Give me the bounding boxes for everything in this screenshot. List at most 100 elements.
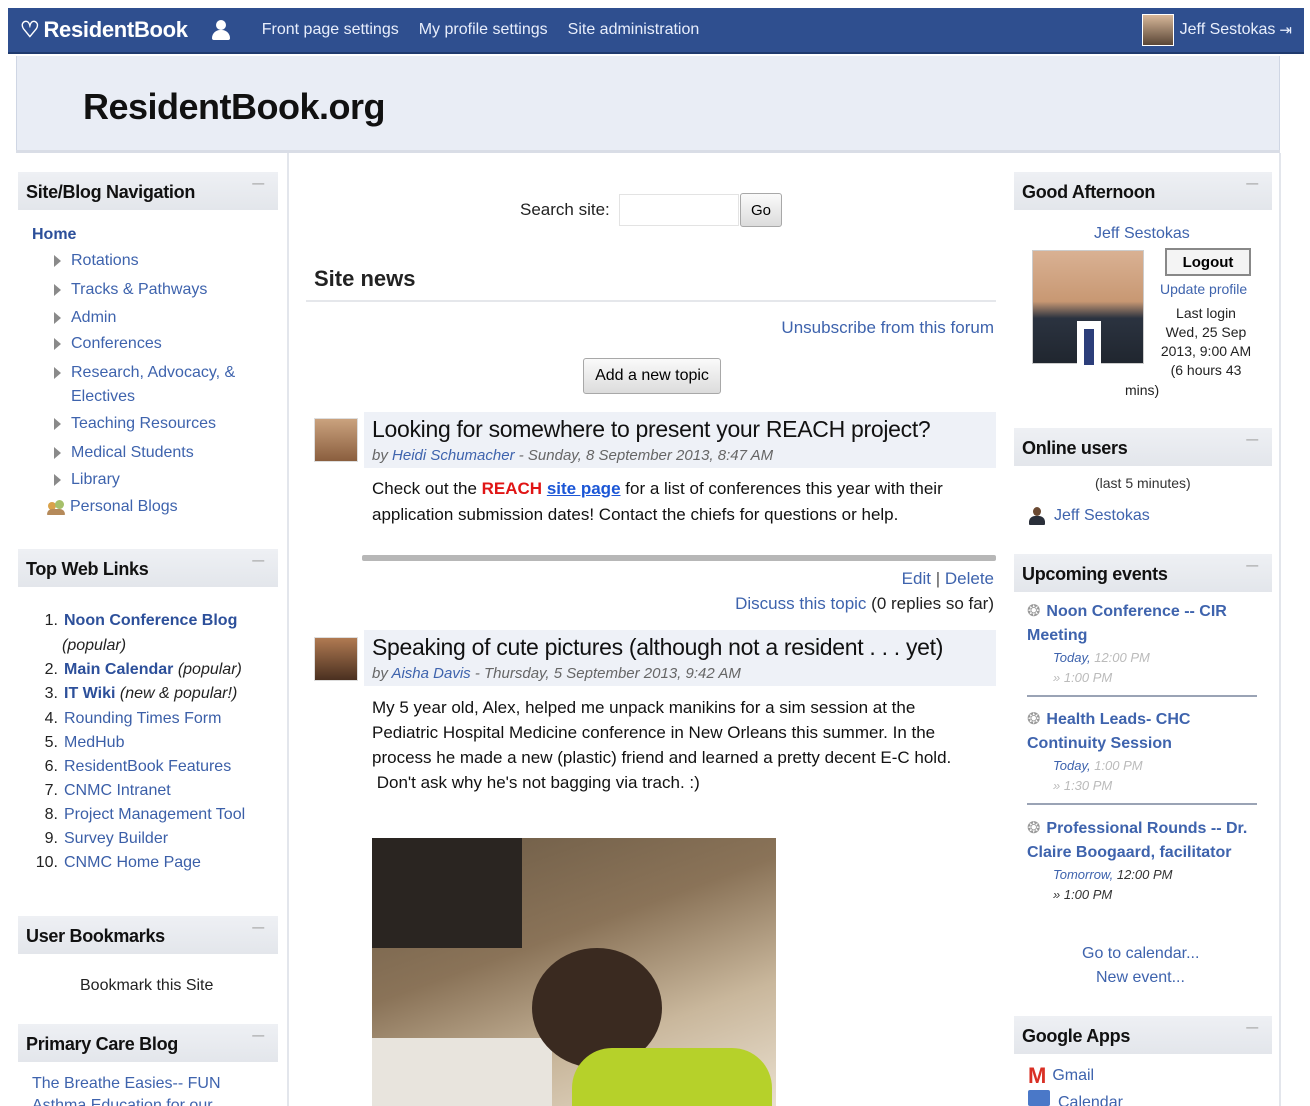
post-header: Speaking of cute pictures (although not … <box>364 630 996 686</box>
list-item: 1. Noon Conference Blog <box>44 612 238 629</box>
collapse-icon[interactable]: — <box>1246 558 1258 572</box>
expand-arrow-icon[interactable] <box>54 284 61 296</box>
author-avatar[interactable] <box>314 637 358 681</box>
list-item: 10. CNMC Home Page <box>35 854 201 871</box>
expand-arrow-icon[interactable] <box>54 312 61 324</box>
block-header-primary-care-blog: Primary Care Blog — <box>18 1024 278 1062</box>
update-profile-link[interactable]: Update profile <box>1160 281 1247 297</box>
nav-user-name[interactable]: Jeff Sestokas <box>1180 21 1276 39</box>
list-item: 6. ResidentBook Features <box>44 758 232 775</box>
link-survey-builder[interactable]: Survey Builder <box>64 830 168 847</box>
list-item: 8. Project Management Tool <box>44 806 246 823</box>
nav-item-conferences[interactable]: Conferences <box>54 335 162 353</box>
nav-item-tracks[interactable]: Tracks & Pathways <box>54 281 207 299</box>
nav-item-rotations[interactable]: Rotations <box>54 252 139 270</box>
collapse-icon[interactable]: — <box>252 553 264 567</box>
block-title: Google Apps <box>1022 1026 1131 1046</box>
nav-item-medical-students[interactable]: Medical Students <box>54 444 194 462</box>
edit-link[interactable]: Edit <box>902 569 931 588</box>
block-header-top-web-links: Top Web Links — <box>18 549 278 587</box>
post-header: Looking for somewhere to present your RE… <box>364 412 996 468</box>
nav-site-administration[interactable]: Site administration <box>568 21 700 39</box>
expand-arrow-icon[interactable] <box>54 418 61 430</box>
new-event-link[interactable]: New event... <box>1096 969 1185 987</box>
block-title: Good Afternoon <box>1022 182 1156 202</box>
block-title: User Bookmarks <box>26 926 165 946</box>
block-header-greeting: Good Afternoon — <box>1014 172 1272 210</box>
event-title-link[interactable]: ❂ Noon Conference -- CIR Meeting <box>1027 600 1257 648</box>
link-project-management[interactable]: Project Management Tool <box>64 806 245 823</box>
link-cnmc-intranet[interactable]: CNMC Intranet <box>64 782 171 799</box>
event-title-link[interactable]: ❂ Professional Rounds -- Dr. Claire Booga… <box>1027 817 1257 865</box>
heart-logo-icon: ♡ <box>20 17 40 42</box>
expand-arrow-icon[interactable] <box>54 474 61 486</box>
collapse-icon[interactable]: — <box>1246 1020 1258 1034</box>
logout-button[interactable]: Logout <box>1165 248 1251 276</box>
nav-item-admin[interactable]: Admin <box>54 309 116 327</box>
nav-item-research-cont[interactable]: Electives <box>71 388 135 406</box>
nav-home-link[interactable]: Home <box>32 226 76 244</box>
profile-name-link[interactable]: Jeff Sestokas <box>1094 225 1190 243</box>
expand-arrow-icon[interactable] <box>54 338 61 350</box>
user-avatar[interactable] <box>1141 14 1174 46</box>
search-input[interactable] <box>619 194 739 226</box>
block-title: Primary Care Blog <box>26 1034 178 1054</box>
bookmark-site-link[interactable]: Bookmark this Site <box>80 977 213 995</box>
online-user-item[interactable]: Jeff Sestokas <box>1028 507 1150 525</box>
list-item: 7. CNMC Intranet <box>44 782 171 799</box>
collapse-icon[interactable]: — <box>1246 176 1258 190</box>
gmail-link[interactable]: M Gmail <box>1028 1063 1094 1089</box>
expand-arrow-icon[interactable] <box>54 255 61 267</box>
expand-arrow-icon[interactable] <box>54 447 61 459</box>
profile-photo[interactable] <box>1032 250 1144 365</box>
logout-icon[interactable]: ⇥ <box>1279 21 1292 39</box>
reach-highlight: REACH <box>481 479 543 498</box>
collapse-icon[interactable]: — <box>252 176 264 190</box>
author-avatar[interactable] <box>314 418 358 462</box>
link-residentbook-features[interactable]: ResidentBook Features <box>64 758 231 775</box>
discuss-row: Discuss this topic (0 replies so far) <box>735 594 994 613</box>
site-page-link[interactable]: site page <box>547 479 621 498</box>
author-link[interactable]: Heidi Schumacher <box>392 447 515 464</box>
link-noon-conference-blog[interactable]: Noon Conference Blog <box>64 612 237 629</box>
last-login-info: Last login Wed, 25 Sep 2013, 9:00 AM (6 … <box>1160 305 1252 378</box>
primary-care-post-link[interactable]: The Breathe Easies-- FUN Asthma Educatio… <box>32 1073 221 1106</box>
site-title: ResidentBook.org <box>83 86 386 127</box>
user-icon[interactable] <box>210 19 232 41</box>
brand-logo[interactable]: ♡ ResidentBook <box>20 17 188 43</box>
link-medhub[interactable]: MedHub <box>64 734 124 751</box>
unsubscribe-link[interactable]: Unsubscribe from this forum <box>781 318 994 338</box>
link-it-wiki[interactable]: IT Wiki <box>64 685 115 702</box>
search-label: Search site: <box>520 200 610 219</box>
author-link[interactable]: Aisha Davis <box>391 665 470 682</box>
nav-item-research[interactable]: Research, Advocacy, & <box>54 364 235 382</box>
last-login-mins: mins) <box>1125 382 1160 398</box>
block-header-user-bookmarks: User Bookmarks — <box>18 916 278 954</box>
link-cnmc-home[interactable]: CNMC Home Page <box>64 854 201 871</box>
link-rounding-times[interactable]: Rounding Times Form <box>64 710 221 727</box>
go-to-calendar-link[interactable]: Go to calendar... <box>1082 945 1199 963</box>
group-event-icon: ❂ <box>1027 711 1041 728</box>
nav-my-profile-settings[interactable]: My profile settings <box>419 21 548 39</box>
calendar-link[interactable]: Calendar <box>1058 1094 1123 1106</box>
collapse-icon[interactable]: — <box>252 920 264 934</box>
nav-item-teaching[interactable]: Teaching Resources <box>54 415 216 433</box>
nav-front-page-settings[interactable]: Front page settings <box>262 21 399 39</box>
list-item: 3. IT Wiki (new & popular!) <box>44 685 238 702</box>
discuss-topic-link[interactable]: Discuss this topic <box>735 594 866 613</box>
collapse-icon[interactable]: — <box>252 1028 264 1042</box>
gmail-icon: M <box>1028 1063 1047 1088</box>
calendar-icon[interactable] <box>1028 1090 1050 1106</box>
site-news-heading: Site news <box>314 266 416 291</box>
delete-link[interactable]: Delete <box>945 569 994 588</box>
event-title-link[interactable]: ❂ Health Leads- CHC Continuity Session <box>1027 708 1257 756</box>
link-main-calendar[interactable]: Main Calendar <box>64 661 173 678</box>
expand-arrow-icon[interactable] <box>54 367 61 379</box>
search-go-button[interactable]: Go <box>740 193 782 227</box>
collapse-icon[interactable]: — <box>1246 432 1258 446</box>
nav-item-personal-blogs[interactable]: Personal Blogs <box>46 498 178 516</box>
post-photo[interactable] <box>372 838 776 1106</box>
add-new-topic-button[interactable]: Add a new topic <box>583 358 721 394</box>
post-title: Looking for somewhere to present your RE… <box>372 416 931 442</box>
nav-item-library[interactable]: Library <box>54 471 120 489</box>
